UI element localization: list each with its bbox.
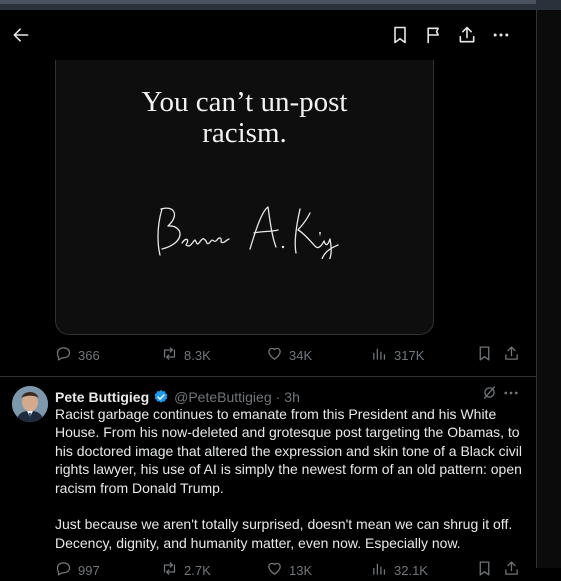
views-button[interactable]: 32.1K	[371, 559, 428, 581]
tweet-paragraph-1: Racist garbage continues to emanate from…	[55, 406, 522, 496]
quote-text: You can’t un-post racism.	[56, 87, 433, 149]
tweet-divider	[0, 376, 536, 377]
like-icon	[266, 345, 283, 365]
repost-icon	[161, 345, 178, 365]
tweet-text: Racist garbage continues to emanate from…	[55, 405, 533, 552]
share-icon	[457, 25, 477, 50]
quote-image-card[interactable]: You can’t un-post racism.	[55, 60, 434, 335]
signature-image	[152, 199, 342, 267]
bookmark-icon	[390, 25, 410, 50]
tweet-more-button[interactable]	[500, 386, 522, 404]
repost-count: 8.3K	[184, 347, 211, 363]
more-options-button[interactable]	[489, 25, 513, 49]
separator-dot: ·	[275, 389, 281, 405]
reply-icon	[55, 345, 72, 365]
quote-line-1: You can’t un-post	[141, 86, 348, 118]
bookmark-icon	[476, 345, 493, 365]
repost-icon	[161, 560, 178, 580]
tweet-1-action-bar: 366 8.3K 34K 317K	[55, 344, 525, 366]
repost-button[interactable]: 8.3K	[161, 344, 211, 366]
like-icon	[266, 560, 283, 580]
share-action-button[interactable]	[503, 559, 520, 581]
reply-button[interactable]: 997	[55, 559, 100, 581]
reply-icon	[55, 560, 72, 580]
post-header	[0, 10, 536, 62]
browser-top-strip	[0, 0, 561, 10]
scrollbar-track[interactable]	[537, 10, 561, 568]
post-time[interactable]: 3h	[284, 389, 300, 405]
bookmark-action-button[interactable]	[476, 344, 493, 366]
tweet-2-action-bar: 997 2.7K 13K 32.1K	[55, 559, 525, 579]
repost-button[interactable]: 2.7K	[161, 559, 211, 581]
share-button[interactable]	[455, 25, 479, 49]
views-count: 32.1K	[394, 562, 428, 578]
grok-icon	[481, 384, 498, 406]
share-action-button[interactable]	[503, 344, 520, 366]
share-icon	[503, 560, 520, 580]
like-button[interactable]: 34K	[266, 344, 312, 366]
bookmark-button[interactable]	[388, 25, 412, 49]
more-icon	[491, 25, 511, 50]
views-button[interactable]: 317K	[371, 344, 424, 366]
like-count: 13K	[289, 562, 313, 578]
signature-dot	[281, 245, 285, 249]
quote-line-2: racism.	[202, 117, 287, 149]
author-handle[interactable]: @PeteButtigieg	[174, 389, 272, 405]
views-count: 317K	[394, 347, 425, 363]
more-icon	[502, 384, 520, 407]
back-arrow-icon	[11, 25, 31, 50]
avatar[interactable]	[12, 386, 48, 422]
author-name[interactable]: Pete Buttigieg	[55, 389, 149, 405]
verified-badge-icon	[153, 389, 169, 405]
bookmark-icon	[476, 560, 493, 580]
views-icon	[371, 560, 388, 580]
reply-count: 366	[78, 347, 100, 363]
like-count: 34K	[289, 347, 313, 363]
reply-count: 997	[78, 562, 100, 578]
report-button[interactable]	[422, 25, 446, 49]
author-row: Pete Buttigieg @PeteButtigieg · 3h	[55, 388, 300, 406]
share-icon	[503, 345, 520, 365]
back-button[interactable]	[9, 25, 33, 49]
tweet-paragraph-2: Just because we aren't totally surprised…	[55, 516, 513, 551]
like-button[interactable]: 13K	[266, 559, 312, 581]
grok-button[interactable]	[480, 386, 498, 404]
repost-count: 2.7K	[184, 562, 211, 578]
reply-button[interactable]: 366	[55, 344, 100, 366]
signature-i-dot	[319, 232, 321, 234]
top-edge-bar	[0, 0, 536, 4]
views-icon	[371, 345, 388, 365]
bookmark-action-button[interactable]	[476, 559, 493, 581]
flag-icon	[424, 25, 444, 50]
